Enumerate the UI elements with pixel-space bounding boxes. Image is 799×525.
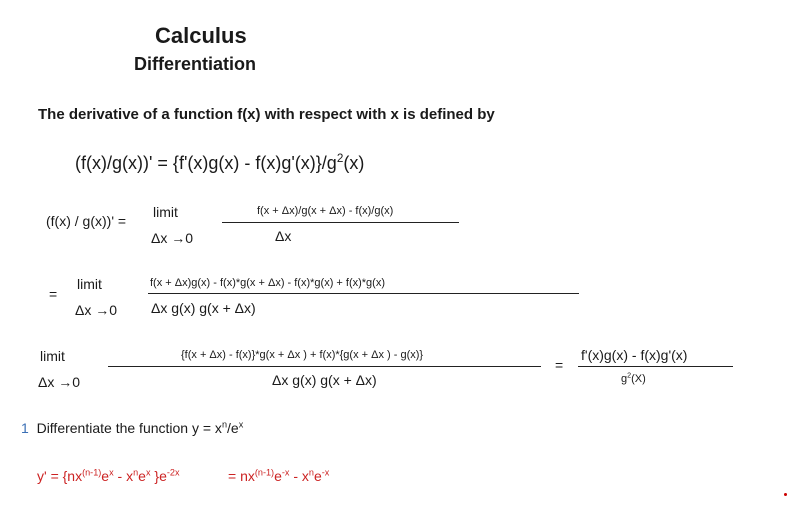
step2-limit: limit: [77, 276, 102, 292]
stray-red-dot: [784, 493, 787, 496]
step3-equals: =: [555, 357, 564, 373]
step2-equals: =: [49, 286, 58, 302]
step1-denominator: Δx: [275, 228, 292, 244]
step3-result-fraction-bar: [578, 366, 733, 367]
step1-numerator: f(x + Δx)/g(x + Δx) - f(x)/g(x): [257, 205, 394, 217]
step1-limit: limit: [153, 204, 178, 220]
step2-denominator: Δx g(x) g(x + Δx): [151, 300, 256, 316]
step1-limit-sub: Δx →0: [151, 230, 194, 246]
intro-text: The derivative of a function f(x) with r…: [38, 106, 495, 123]
step3-result-denominator: g2(X): [621, 371, 646, 385]
exercise-number: 1: [21, 420, 29, 436]
step2-numerator: f(x + Δx)g(x) - f(x)*g(x + Δx) - f(x)*g(…: [150, 277, 386, 289]
exercise-item: 1 Differentiate the function y = xn/ex: [21, 420, 243, 436]
answer-step-1: y' = {nx(n-1)ex - xnex }e-2x: [37, 467, 180, 484]
step3-denominator: Δx g(x) g(x + Δx): [272, 372, 377, 388]
step1-fraction-bar: [222, 222, 459, 223]
step3-limit: limit: [40, 348, 65, 364]
page-subtitle: Differentiation: [134, 54, 257, 74]
step3-limit-sub: Δx →0: [38, 374, 81, 390]
answer-step-2: = nx(n-1)e-x - xne-x: [228, 467, 330, 484]
page-title: Calculus: [155, 23, 247, 48]
step3-result-numerator: f'(x)g(x) - f(x)g'(x): [581, 347, 688, 363]
step3-fraction-bar: [108, 366, 541, 367]
step2-fraction-bar: [148, 293, 579, 294]
step1-lhs: (f(x) / g(x))' =: [46, 213, 127, 229]
exercise-text: Differentiate the function y = xn/ex: [36, 419, 244, 436]
step3-numerator: {f(x + Δx) - f(x)}*g(x + Δx ) + f(x)*{g(…: [181, 349, 424, 361]
step2-limit-sub: Δx →0: [75, 302, 118, 318]
quotient-rule-formula: (f(x)/g(x))' = {f'(x)g(x) - f(x)g'(x)}/g…: [75, 152, 365, 173]
